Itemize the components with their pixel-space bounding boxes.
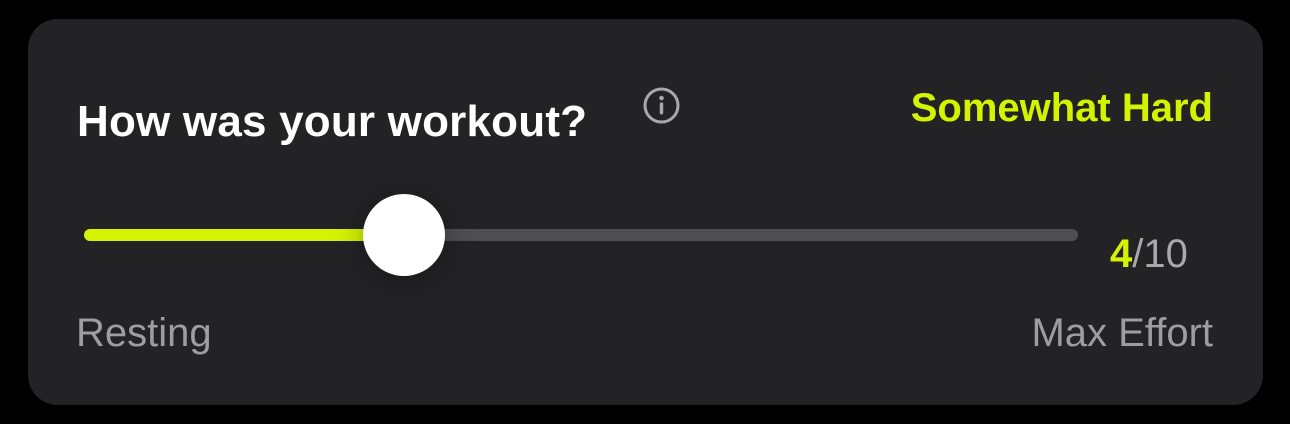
info-icon[interactable] — [643, 87, 680, 124]
effort-score: 4/10 — [1110, 232, 1188, 277]
workout-effort-card: How was your workout? Somewhat Hard 4/10… — [28, 19, 1263, 405]
effort-score-max: 10 — [1143, 232, 1188, 276]
effort-score-separator: / — [1132, 232, 1144, 276]
scale-min-label: Resting — [76, 311, 212, 355]
info-circle-icon — [643, 87, 680, 124]
effort-score-value: 4 — [1110, 232, 1133, 276]
effort-slider[interactable] — [84, 190, 1078, 280]
question-title: How was your workout? — [77, 97, 588, 146]
scale-max-label: Max Effort — [1031, 311, 1213, 355]
effort-level-label: Somewhat Hard — [910, 86, 1213, 130]
slider-track-fill — [84, 229, 404, 241]
slider-thumb[interactable] — [363, 194, 445, 276]
